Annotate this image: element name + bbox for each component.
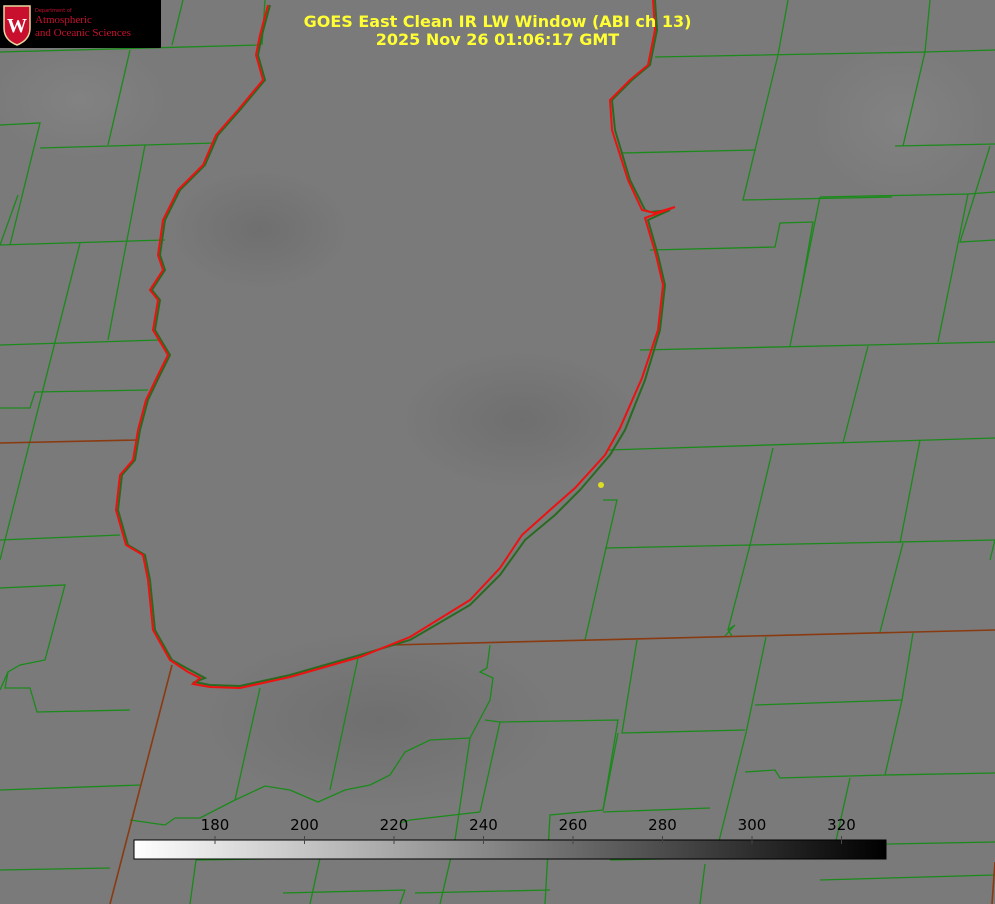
cloud-patch [810, 40, 990, 200]
colorbar-tick-label: 200 [290, 816, 319, 834]
station-marker [598, 482, 604, 488]
colorbar-tick-label: 240 [469, 816, 498, 834]
image-title: GOES East Clean IR LW Window (ABI ch 13) [303, 12, 692, 31]
cloud-patch [400, 350, 640, 490]
colorbar-tick-label: 220 [379, 816, 409, 834]
image-timestamp: 2025 Nov 26 01:06:17 GMT [375, 30, 620, 49]
colorbar-tick-label: 320 [827, 816, 856, 834]
colorbar-tick-label: 300 [737, 816, 767, 834]
colorbar-tick-label: 180 [200, 816, 230, 834]
cloud-patch [200, 630, 560, 810]
map-canvas [0, 0, 995, 904]
colorbar-tick-label: 280 [648, 816, 677, 834]
colorbar [133, 839, 887, 860]
cloud-patch [170, 170, 350, 290]
satellite-image: W Department of Atmospheric and Oceanic … [0, 0, 995, 904]
colorbar-tick-label: 260 [558, 816, 588, 834]
